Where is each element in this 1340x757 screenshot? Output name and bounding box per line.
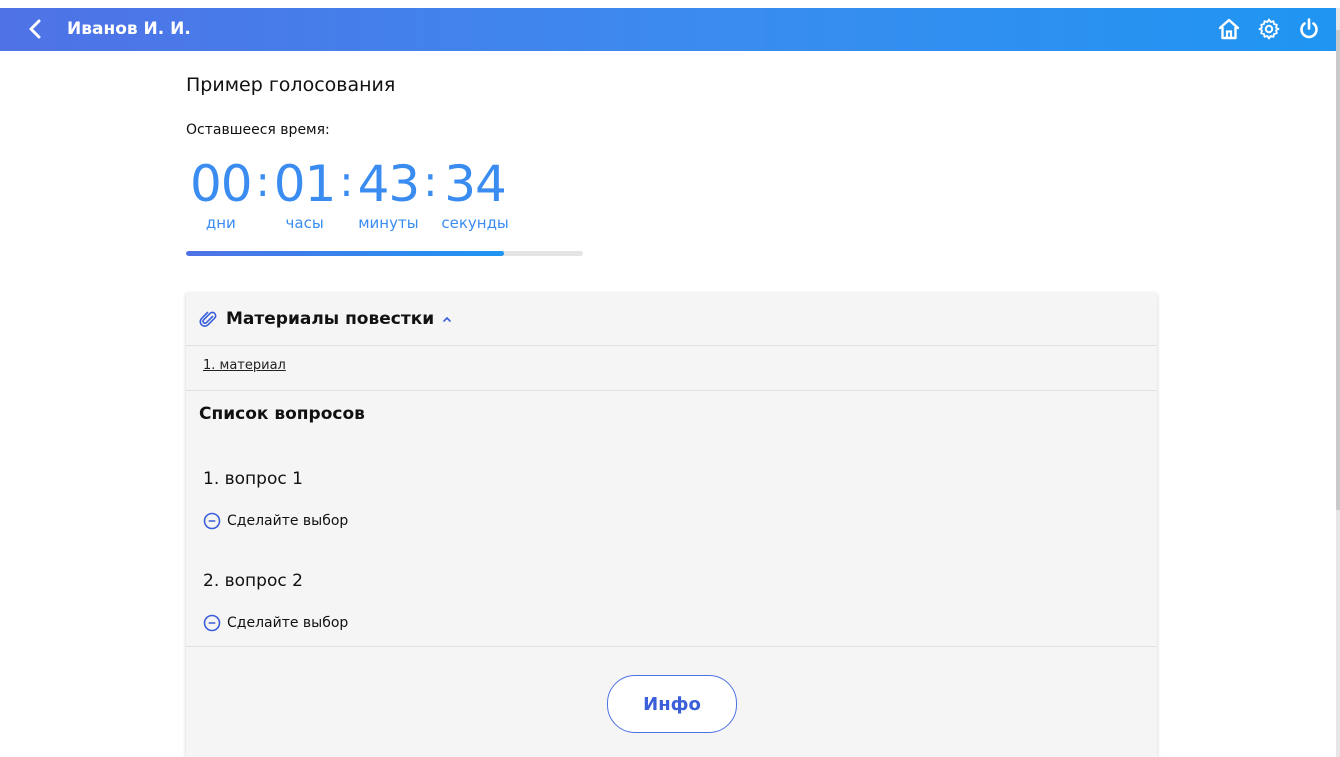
timer-minutes-label: минуты	[358, 214, 419, 232]
timer-seconds-label: секунды	[441, 214, 509, 232]
make-choice-label: Сделайте выбор	[227, 615, 349, 631]
settings-button[interactable]	[1256, 16, 1282, 42]
timer-days-label: дни	[205, 214, 236, 232]
back-icon	[29, 19, 41, 39]
home-icon	[1218, 18, 1240, 40]
back-button[interactable]	[24, 18, 46, 40]
scrollbar-thumb[interactable]	[1336, 30, 1340, 510]
timer-hours-label: часы	[285, 214, 324, 232]
gear-icon	[1258, 18, 1280, 40]
question-title: 1. вопрос 1	[203, 469, 303, 489]
make-choice-label: Сделайте выбор	[227, 513, 349, 529]
paperclip-icon	[199, 311, 217, 327]
timer-hours: 01	[273, 155, 337, 213]
question-title: 2. вопрос 2	[203, 571, 303, 591]
vote-card: Материалы повестки 1. материал Список во…	[186, 293, 1157, 757]
materials-title: Материалы повестки	[226, 309, 435, 329]
material-link[interactable]: 1. материал	[203, 358, 286, 373]
make-choice-link[interactable]: Сделайте выбор	[203, 512, 348, 530]
timer-separator: :	[339, 157, 354, 206]
materials-header[interactable]: Материалы повестки	[186, 293, 1157, 346]
timer-days: 00	[190, 155, 253, 213]
info-button[interactable]: Инфо	[607, 675, 737, 733]
top-bar: Иванов И. И.	[0, 8, 1336, 51]
logout-button[interactable]	[1296, 16, 1322, 42]
vote-title: Пример голосования	[186, 74, 396, 96]
time-progress-bar	[186, 251, 583, 256]
divider	[186, 646, 1157, 647]
timer-minutes: 43	[357, 155, 421, 213]
minus-circle-icon	[203, 512, 221, 530]
timer-separator: :	[423, 157, 438, 206]
home-button[interactable]	[1216, 16, 1242, 42]
countdown-timer: 00 дни : 01 часы : 43 минуты : 34 секунд…	[190, 154, 509, 232]
minus-circle-icon	[203, 614, 221, 632]
power-icon	[1300, 18, 1318, 39]
remaining-time-label: Оставшееся время:	[186, 122, 330, 138]
materials-list: 1. материал	[186, 346, 1157, 391]
chevron-up-icon[interactable]	[442, 314, 452, 324]
user-name: Иванов И. И.	[67, 19, 191, 39]
timer-separator: :	[255, 157, 270, 206]
make-choice-link[interactable]: Сделайте выбор	[203, 614, 348, 632]
time-progress-fill	[186, 251, 504, 256]
timer-seconds: 34	[444, 155, 507, 213]
questions-heading: Список вопросов	[199, 404, 365, 424]
